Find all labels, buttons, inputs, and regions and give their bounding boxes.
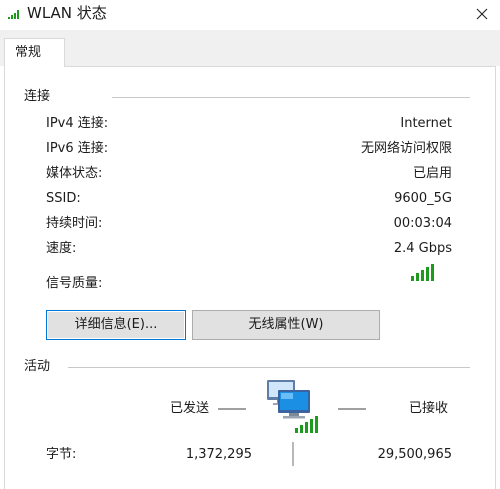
ipv4-value: Internet (400, 116, 452, 131)
ipv6-label: IPv6 连接: (46, 141, 109, 156)
signal-quality-label: 信号质量: (46, 276, 103, 291)
wlan-status-window: WLAN 状态 常规 连接 IPv4 连接: Internet IPv6 连接:… (0, 0, 500, 489)
network-computers-icon (267, 380, 318, 433)
tab-strip (0, 30, 500, 66)
ipv4-label: IPv4 连接: (46, 116, 109, 131)
ssid-value: 9600_5G (394, 191, 452, 206)
received-label: 已接收 (409, 401, 449, 416)
wireless-properties-button[interactable]: 无线属性(W) (192, 310, 380, 340)
wireless-properties-button-label: 无线属性(W) (248, 317, 324, 332)
bytes-received-value: 29,500,965 (377, 447, 452, 462)
received-dash (338, 408, 366, 410)
speed-value: 2.4 Gbps (393, 241, 452, 256)
details-button[interactable]: 详细信息(E)... (46, 310, 186, 340)
duration-value: 00:03:04 (393, 216, 452, 231)
ipv6-value: 无网络访问权限 (360, 141, 452, 156)
bytes-sent-value: 1,372,295 (185, 447, 252, 462)
sent-label: 已发送 (170, 401, 210, 416)
activity-group-divider (68, 367, 470, 368)
title-bar: WLAN 状态 (0, 0, 500, 30)
duration-label: 持续时间: (46, 216, 103, 231)
tab-general[interactable]: 常规 (4, 38, 65, 67)
bytes-label: 字节: (46, 447, 77, 462)
activity-group-label: 活动 (24, 359, 51, 374)
sent-dash (218, 408, 246, 410)
ssid-label: SSID: (46, 191, 81, 206)
media-state-value: 已启用 (412, 166, 452, 181)
speed-label: 速度: (46, 241, 77, 256)
connection-group-label: 连接 (24, 89, 51, 104)
connection-group-divider (112, 97, 470, 98)
signal-bars-icon (411, 264, 434, 281)
close-icon (476, 8, 488, 20)
close-button[interactable] (464, 0, 500, 28)
details-button-label: 详细信息(E)... (74, 317, 158, 332)
wifi-signal-icon (8, 10, 19, 19)
window-title: WLAN 状态 (27, 4, 107, 22)
bytes-separator (292, 442, 294, 466)
media-state-label: 媒体状态: (46, 166, 103, 181)
